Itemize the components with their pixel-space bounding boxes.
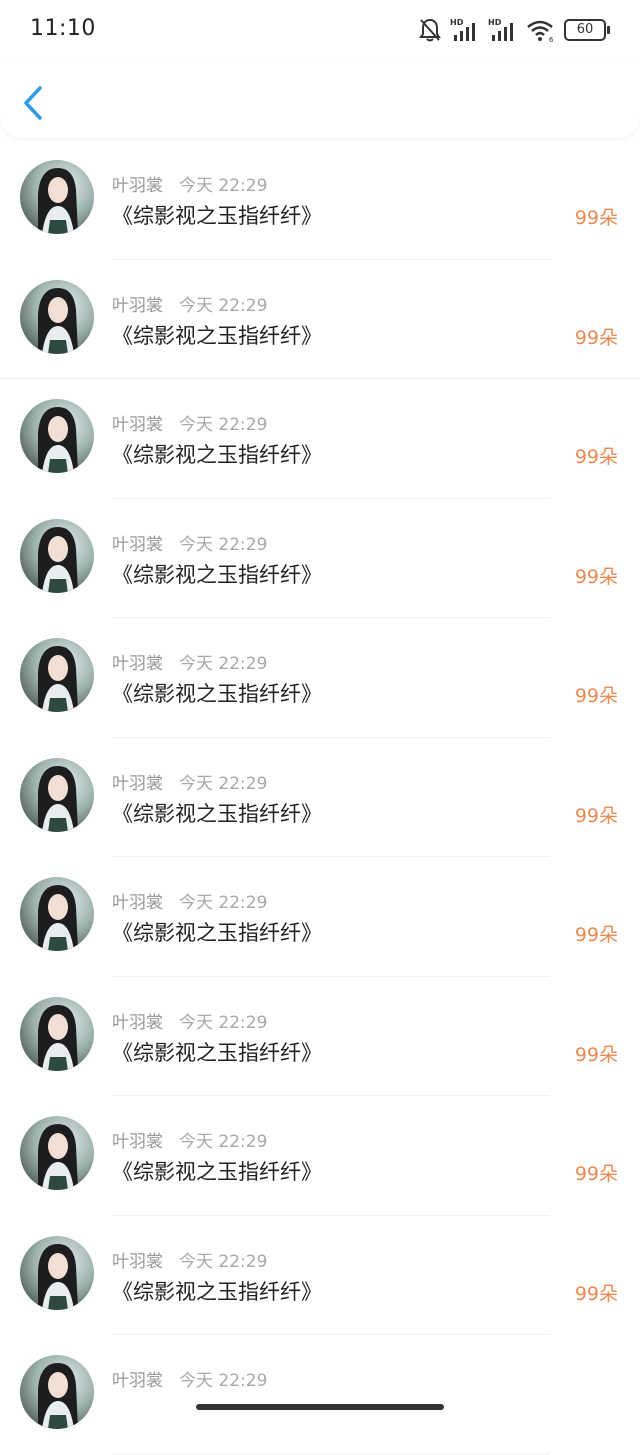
item-time: 今天 22:29 <box>179 1251 268 1272</box>
gift-amount: 99朵 <box>574 685 618 707</box>
item-meta: 叶羽裳 今天 22:29 <box>112 1127 267 1152</box>
item-meta: 叶羽裳 今天 22:29 <box>112 1366 267 1391</box>
list-item[interactable]: 叶羽裳 今天 22:29 《综影视之玉指纤纤》 99朵 <box>0 738 640 858</box>
user-name: 叶羽裳 <box>112 176 163 196</box>
item-time: 今天 22:29 <box>179 1371 268 1391</box>
gift-amount: 99朵 <box>574 924 618 946</box>
signal-hd-icon-2: HD <box>488 18 513 41</box>
list-item[interactable]: 叶羽裳 今天 22:29 《综影视之玉指纤纤》 99朵 <box>0 499 640 619</box>
home-indicator[interactable] <box>196 1404 444 1410</box>
item-meta: 叶羽裳 今天 22:29 <box>112 171 267 196</box>
wifi-icon: 6 <box>527 20 554 43</box>
book-title: 《综影视之玉指纤纤》 <box>112 1160 322 1184</box>
item-time: 今天 22:29 <box>179 893 268 913</box>
avatar[interactable] <box>20 160 94 234</box>
list-item[interactable]: 叶羽裳 今天 22:29 《综影视之玉指纤纤》 99朵 <box>0 1096 640 1216</box>
item-time: 今天 22:29 <box>179 773 268 794</box>
gift-amount: 99朵 <box>574 326 618 349</box>
status-time: 11:10 <box>30 16 96 41</box>
item-time: 今天 22:29 <box>179 654 268 674</box>
avatar[interactable] <box>20 638 94 712</box>
signal-hd-icon: HD <box>450 18 475 41</box>
user-name: 叶羽裳 <box>112 773 163 794</box>
gift-amount: 99朵 <box>574 446 618 468</box>
avatar[interactable] <box>20 1235 94 1310</box>
list-item[interactable]: 叶羽裳 今天 22:29 《综影视之玉指纤纤》 99朵 <box>0 618 640 738</box>
list-item[interactable]: 叶羽裳 今天 22:29 《综影视之玉指纤纤》 99朵 <box>0 1216 640 1336</box>
gift-amount: 99朵 <box>574 804 618 827</box>
avatar[interactable] <box>20 877 94 951</box>
gift-amount: 99朵 <box>574 565 618 588</box>
list-item[interactable]: 叶羽裳 今天 22:29 《综影视之玉指纤纤》 99朵 <box>0 140 640 260</box>
book-title: 《综影视之玉指纤纤》 <box>112 921 322 945</box>
user-name: 叶羽裳 <box>112 654 163 674</box>
item-meta: 叶羽裳 今天 22:29 <box>112 649 267 674</box>
gift-amount: 99朵 <box>574 207 618 229</box>
battery-icon: 60 <box>564 19 610 41</box>
book-title: 《综影视之玉指纤纤》 <box>112 443 322 467</box>
avatar[interactable] <box>20 1116 94 1190</box>
item-meta: 叶羽裳 今天 22:29 <box>112 888 267 913</box>
book-title: 《综影视之玉指纤纤》 <box>112 323 322 348</box>
item-meta: 叶羽裳 今天 22:29 <box>112 1247 267 1272</box>
user-name: 叶羽裳 <box>112 1132 163 1152</box>
user-name: 叶羽裳 <box>112 1012 163 1033</box>
list-item[interactable]: 叶羽裳 今天 22:29 <box>0 1335 640 1455</box>
item-time: 今天 22:29 <box>179 415 268 435</box>
list-item[interactable]: 叶羽裳 今天 22:29 《综影视之玉指纤纤》 99朵 <box>0 977 640 1097</box>
list-item[interactable]: 叶羽裳 今天 22:29 《综影视之玉指纤纤》 99朵 <box>0 857 640 977</box>
list-item[interactable]: 叶羽裳 今天 22:29 《综影视之玉指纤纤》 99朵 <box>0 379 640 499</box>
book-title: 《综影视之玉指纤纤》 <box>112 562 322 587</box>
item-time: 今天 22:29 <box>179 1132 268 1152</box>
user-name: 叶羽裳 <box>112 295 163 316</box>
user-name: 叶羽裳 <box>112 534 163 555</box>
avatar[interactable] <box>20 399 94 473</box>
book-title: 《综影视之玉指纤纤》 <box>112 801 322 826</box>
top-nav-bar <box>0 60 640 138</box>
user-name: 叶羽裳 <box>112 415 163 435</box>
list-item[interactable]: 叶羽裳 今天 22:29 《综影视之玉指纤纤》 99朵 <box>0 260 640 380</box>
item-time: 今天 22:29 <box>179 1012 268 1033</box>
gift-amount: 99朵 <box>574 1043 618 1066</box>
avatar[interactable] <box>20 996 94 1071</box>
item-meta: 叶羽裳 今天 22:29 <box>112 410 267 435</box>
gift-amount: 99朵 <box>574 1282 618 1305</box>
book-title: 《综影视之玉指纤纤》 <box>112 1040 322 1065</box>
avatar[interactable] <box>20 1355 94 1429</box>
item-time: 今天 22:29 <box>179 295 268 316</box>
svg-text:HD: HD <box>488 18 502 27</box>
gift-record-list: 叶羽裳 今天 22:29 《综影视之玉指纤纤》 99朵 叶羽裳 今天 22:29… <box>0 140 640 1455</box>
item-meta: 叶羽裳 今天 22:29 <box>112 291 267 316</box>
bell-muted-icon <box>419 18 441 42</box>
book-title: 《综影视之玉指纤纤》 <box>112 682 322 706</box>
item-meta: 叶羽裳 今天 22:29 <box>112 530 267 555</box>
back-chevron-icon[interactable] <box>20 84 48 122</box>
svg-text:HD: HD <box>450 18 464 27</box>
item-meta: 叶羽裳 今天 22:29 <box>112 769 267 794</box>
user-name: 叶羽裳 <box>112 1251 163 1272</box>
gift-amount: 99朵 <box>574 1163 618 1185</box>
book-title: 《综影视之玉指纤纤》 <box>112 204 322 228</box>
avatar[interactable] <box>20 757 94 832</box>
item-meta: 叶羽裳 今天 22:29 <box>112 1008 267 1033</box>
book-title: 《综影视之玉指纤纤》 <box>112 1279 322 1304</box>
item-time: 今天 22:29 <box>179 534 268 555</box>
status-bar: 11:10 HD HD 6 60 <box>0 0 640 60</box>
user-name: 叶羽裳 <box>112 1371 163 1391</box>
status-icons: HD HD 6 60 <box>418 16 610 44</box>
avatar[interactable] <box>20 279 94 354</box>
item-time: 今天 22:29 <box>179 176 268 196</box>
svg-text:6: 6 <box>549 36 554 43</box>
user-name: 叶羽裳 <box>112 893 163 913</box>
avatar[interactable] <box>20 518 94 593</box>
